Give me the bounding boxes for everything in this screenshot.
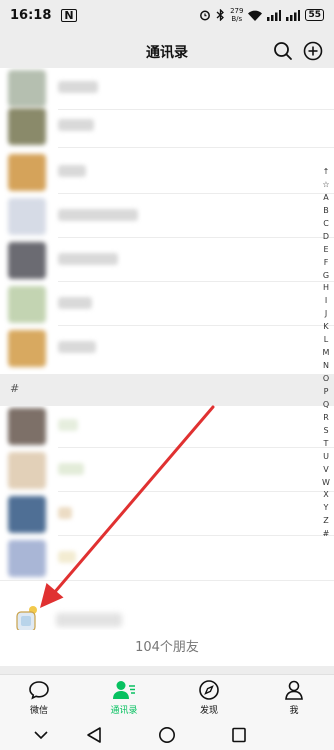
avatar <box>8 70 46 107</box>
index-letter[interactable]: L <box>318 334 334 347</box>
section-header-label: # <box>10 382 20 395</box>
index-letter[interactable]: U <box>318 451 334 464</box>
signal-icon <box>267 9 282 21</box>
index-letter[interactable]: X <box>318 489 334 502</box>
search-icon[interactable] <box>273 41 293 61</box>
index-letter[interactable]: P <box>318 386 334 399</box>
status-time: 16:18 <box>10 7 52 23</box>
friend-count: 104个朋友 <box>0 630 334 666</box>
index-letter[interactable]: S <box>318 425 334 438</box>
contact-list[interactable] <box>0 68 334 636</box>
file-transfer-name <box>56 613 122 627</box>
bluetooth-icon <box>216 9 225 21</box>
tab-chats[interactable]: 微信 <box>9 679 69 716</box>
index-letter[interactable]: R <box>318 412 334 425</box>
contact-row[interactable] <box>0 150 334 194</box>
contact-row[interactable] <box>0 238 334 282</box>
contact-name <box>58 463 84 475</box>
contact-name <box>58 341 96 353</box>
avatar <box>8 242 46 279</box>
contact-row[interactable] <box>0 282 334 326</box>
alarm-icon <box>200 10 211 21</box>
compass-icon <box>199 680 219 700</box>
net-speed: 279 B/s <box>230 7 244 23</box>
avatar <box>8 408 46 445</box>
contact-name <box>58 297 92 309</box>
wifi-icon <box>248 10 263 21</box>
contact-row[interactable] <box>0 448 334 492</box>
index-letter[interactable]: F <box>318 257 334 270</box>
index-letter[interactable]: A <box>318 192 334 205</box>
avatar <box>8 540 46 577</box>
contact-name <box>58 507 72 519</box>
index-letter[interactable]: E <box>318 244 334 257</box>
contact-row[interactable] <box>0 326 334 370</box>
contact-name <box>58 209 138 221</box>
index-letter[interactable]: V <box>318 464 334 477</box>
status-indicators: 279 B/s 55 <box>199 7 324 23</box>
contact-row[interactable] <box>0 492 334 536</box>
contact-name <box>58 419 78 431</box>
chat-icon <box>29 681 49 700</box>
index-letter[interactable]: Z <box>318 515 334 528</box>
index-letter[interactable]: D <box>318 231 334 244</box>
contact-row[interactable] <box>0 404 334 448</box>
index-letter[interactable]: Y <box>318 502 334 515</box>
file-transfer-icon <box>16 606 37 632</box>
bottom-tab-bar: 微信 通讯录 发现 我 <box>0 674 334 720</box>
signal-icon-2 <box>286 9 301 21</box>
contact-row[interactable] <box>0 194 334 238</box>
contacts-icon <box>113 681 135 699</box>
avatar <box>8 330 46 367</box>
contact-name <box>58 165 86 177</box>
index-letter[interactable]: # <box>318 528 334 541</box>
index-letter[interactable]: ↑ <box>318 166 334 179</box>
avatar <box>8 154 46 191</box>
index-letter[interactable]: Q <box>318 399 334 412</box>
index-letter[interactable]: B <box>318 205 334 218</box>
tab-contacts[interactable]: 通讯录 <box>94 679 154 716</box>
avatar <box>8 198 46 235</box>
contact-row[interactable] <box>0 104 334 148</box>
contact-name <box>58 119 94 131</box>
index-letter[interactable]: M <box>318 347 334 360</box>
tab-discover[interactable]: 发现 <box>179 679 239 716</box>
home-icon[interactable] <box>158 726 176 744</box>
index-letter[interactable]: G <box>318 270 334 283</box>
system-nav-bar <box>0 720 334 750</box>
index-letter[interactable]: J <box>318 308 334 321</box>
alphabet-index[interactable]: ↑ ☆ A B C D E F G H I J K L M N O P Q R S T U V W X Y Z # <box>318 166 334 541</box>
index-letter[interactable]: T <box>318 438 334 451</box>
contact-name <box>58 253 118 265</box>
status-bar: 16:18 N 279 B/s 55 <box>0 0 334 30</box>
index-letter[interactable]: O <box>318 373 334 386</box>
index-letter[interactable]: I <box>318 295 334 308</box>
contact-name <box>58 81 98 93</box>
contact-name <box>58 551 76 563</box>
avatar <box>8 452 46 489</box>
nfc-icon: N <box>61 8 77 22</box>
tab-me[interactable]: 我 <box>264 679 324 716</box>
index-letter[interactable]: H <box>318 282 334 295</box>
contact-row[interactable] <box>0 536 334 580</box>
add-icon[interactable] <box>303 41 323 61</box>
index-letter[interactable]: N <box>318 360 334 373</box>
index-letter[interactable]: C <box>318 218 334 231</box>
recents-icon[interactable] <box>231 726 247 744</box>
index-letter[interactable]: ☆ <box>318 179 334 192</box>
battery-icon: 55 <box>305 9 324 21</box>
person-icon <box>285 680 303 700</box>
avatar <box>8 496 46 533</box>
hide-keyboard-icon[interactable] <box>34 730 48 740</box>
section-header: # <box>0 374 334 406</box>
back-icon[interactable] <box>86 726 102 744</box>
avatar <box>8 108 46 145</box>
index-letter[interactable]: W <box>318 477 334 490</box>
index-letter[interactable]: K <box>318 321 334 334</box>
avatar <box>8 286 46 323</box>
